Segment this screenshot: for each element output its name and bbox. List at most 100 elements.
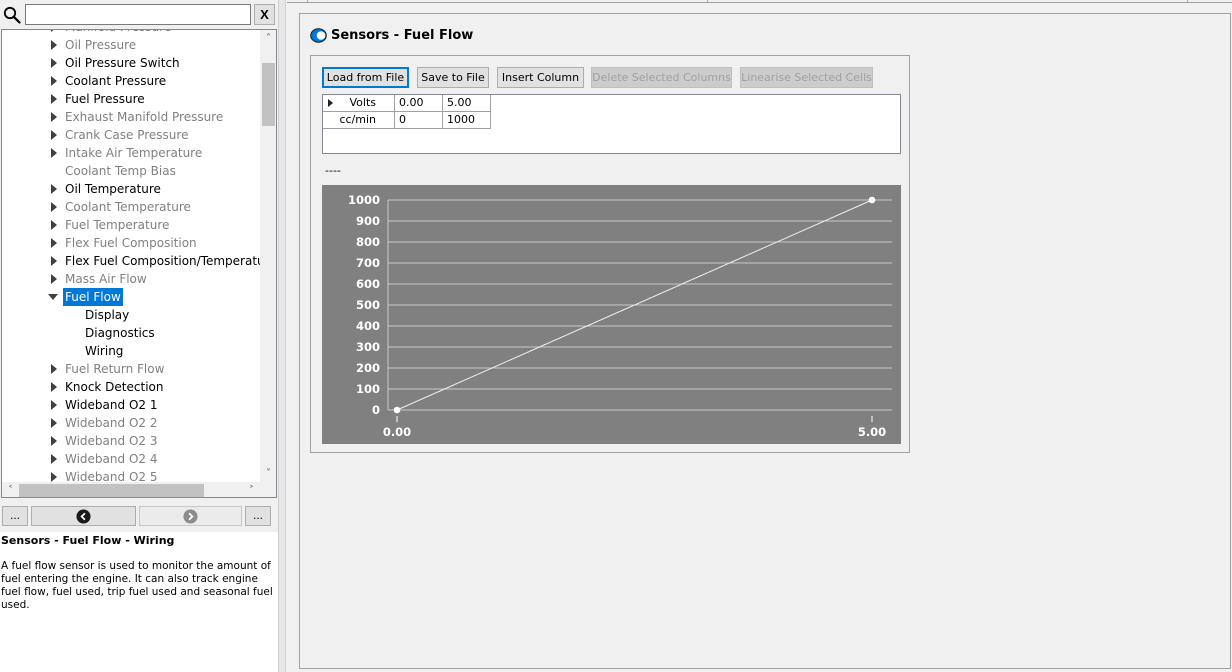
tree-item-label: Wideband O2 1 <box>65 398 158 412</box>
table-cell[interactable]: 5.00 <box>443 95 491 112</box>
scroll-right-icon[interactable]: ˃ <box>243 482 260 497</box>
expand-right-icon[interactable] <box>48 54 58 72</box>
tree-item[interactable]: Wiring <box>83 342 125 360</box>
table-cell[interactable]: 1000 <box>443 112 491 129</box>
y-tick-label: 900 <box>356 214 380 228</box>
forward-button[interactable] <box>139 506 242 526</box>
more-left-button[interactable]: ... <box>2 506 28 526</box>
scroll-left-icon[interactable]: ˂ <box>2 482 19 497</box>
vertical-scroll-thumb[interactable] <box>262 63 275 126</box>
tree-item[interactable]: Mass Air Flow <box>51 270 149 288</box>
tree-item[interactable]: Coolant Temp Bias <box>63 162 178 180</box>
scroll-down-icon[interactable]: ˅ <box>260 465 276 482</box>
tree-item[interactable]: Crank Case Pressure <box>51 126 190 144</box>
tree-item-label: Oil Temperature <box>65 182 161 196</box>
expand-right-icon[interactable] <box>48 252 58 270</box>
tree-item[interactable]: Wideband O2 3 <box>51 432 159 450</box>
calibration-chart[interactable]: 0 100 200 300 400 500 600 700 800 900 1000 0.00 5.00 <box>322 185 901 444</box>
delete-selected-columns-button[interactable]: Delete Selected Columns <box>591 67 732 88</box>
y-tick-label: 700 <box>356 256 380 270</box>
expand-right-icon[interactable] <box>48 432 58 450</box>
expand-right-icon[interactable] <box>48 216 58 234</box>
tree-item-label: Manifold Pressure <box>63 30 173 34</box>
help-text: A fuel flow sensor is used to monitor th… <box>1 560 273 611</box>
scroll-up-icon[interactable]: ˄ <box>260 30 276 47</box>
expand-right-icon[interactable] <box>48 180 58 198</box>
help-panel: Sensors - Fuel Flow - Wiring A fuel flow… <box>0 532 278 672</box>
tree-vertical-scrollbar[interactable]: ˄ ˅ <box>260 30 276 482</box>
expand-right-icon[interactable] <box>48 450 58 468</box>
tree-item[interactable]: Wideband O2 1 <box>51 396 159 414</box>
tree-horizontal-scrollbar[interactable]: ˂ ˃ <box>2 482 260 497</box>
tree-item[interactable]: Manifold Pressure <box>51 30 173 36</box>
tree-item[interactable]: Fuel Pressure <box>51 90 147 108</box>
expand-right-icon[interactable] <box>48 396 58 414</box>
tree-item[interactable]: Intake Air Temperature <box>51 144 204 162</box>
row-header-label: cc/min <box>339 113 376 126</box>
clear-search-button[interactable]: X <box>254 4 275 25</box>
load-from-file-button[interactable]: Load from File <box>322 67 409 88</box>
back-button[interactable] <box>31 506 136 526</box>
tree-item[interactable]: Knock Detection <box>51 378 165 396</box>
current-row-icon <box>328 99 333 107</box>
y-tick-label: 400 <box>356 319 380 333</box>
table-cell[interactable]: 0.00 <box>395 95 443 112</box>
tree-item[interactable]: Wideband O2 2 <box>51 414 159 432</box>
tree-item[interactable]: Wideband O2 4 <box>51 450 159 468</box>
tree-item[interactable]: Fuel Temperature <box>51 216 171 234</box>
tree-item[interactable]: Oil Temperature <box>51 180 163 198</box>
calibration-table[interactable]: Volts 0.00 5.00 cc/min 0 1000 <box>322 94 901 154</box>
search-icon <box>3 6 21 24</box>
horizontal-scroll-thumb[interactable] <box>19 484 204 497</box>
expand-right-icon[interactable] <box>48 30 58 36</box>
save-to-file-button[interactable]: Save to File <box>417 67 489 88</box>
tree-item-label: Fuel Return Flow <box>65 362 165 376</box>
y-tick-label: 500 <box>356 298 380 312</box>
tree-item-label: Fuel Flow <box>63 288 123 306</box>
tree-item[interactable]: Diagnostics <box>83 324 157 342</box>
expand-right-icon[interactable] <box>48 108 58 126</box>
expand-right-icon[interactable] <box>48 126 58 144</box>
tree-item-label: Diagnostics <box>85 326 155 340</box>
tree-item[interactable]: Coolant Temperature <box>51 198 193 216</box>
expand-right-icon[interactable] <box>48 198 58 216</box>
forward-arrow-icon <box>183 509 198 524</box>
expand-right-icon[interactable] <box>48 144 58 162</box>
toggle-icon[interactable] <box>310 28 327 43</box>
expand-right-icon[interactable] <box>48 90 58 108</box>
tree-item[interactable]: Oil Pressure Switch <box>51 54 182 72</box>
linearise-selected-cells-button[interactable]: Linearise Selected Cells <box>740 67 873 88</box>
expand-right-icon[interactable] <box>48 270 58 288</box>
pane-splitter[interactable] <box>278 0 286 672</box>
tree-item[interactable]: Exhaust Manifold Pressure <box>51 108 225 126</box>
y-tick-label: 300 <box>356 340 380 354</box>
expand-right-icon[interactable] <box>48 72 58 90</box>
expand-right-icon[interactable] <box>48 378 58 396</box>
tree-items: Manifold Pressure Oil Pressure Oil Pressur… <box>2 30 260 486</box>
expand-right-icon[interactable] <box>48 360 58 378</box>
expand-right-icon[interactable] <box>48 414 58 432</box>
row-header-ccmin[interactable]: cc/min <box>323 112 395 129</box>
tree-item[interactable]: Display <box>83 306 131 324</box>
tree-item[interactable]: Oil Pressure <box>51 36 138 54</box>
search-input[interactable] <box>25 4 251 25</box>
help-title: Sensors - Fuel Flow - Wiring <box>1 534 175 547</box>
tree-item[interactable]: Flex Fuel Composition <box>51 234 199 252</box>
tree-item[interactable]: Fuel Return Flow <box>51 360 166 378</box>
row-header-volts[interactable]: Volts <box>323 95 395 112</box>
tree-item-label: Wideband O2 4 <box>65 452 158 466</box>
expand-down-icon[interactable] <box>48 288 58 306</box>
more-right-button[interactable]: ... <box>245 506 271 526</box>
y-tick-label: 200 <box>356 361 380 375</box>
table-cell[interactable]: 0 <box>395 112 443 129</box>
tree-item-label: Intake Air Temperature <box>65 146 203 160</box>
tree-item[interactable]: Fuel Flow <box>48 288 123 306</box>
y-tick-label: 100 <box>356 382 380 396</box>
settings-tree[interactable]: Manifold Pressure Oil Pressure Oil Pressur… <box>1 29 277 498</box>
expand-right-icon[interactable] <box>48 234 58 252</box>
top-tab-strip <box>287 0 1232 3</box>
tree-item[interactable]: Flex Fuel Composition/Temperature S <box>51 252 260 270</box>
insert-column-button[interactable]: Insert Column <box>497 67 584 88</box>
expand-right-icon[interactable] <box>48 36 58 54</box>
tree-item[interactable]: Coolant Pressure <box>51 72 168 90</box>
